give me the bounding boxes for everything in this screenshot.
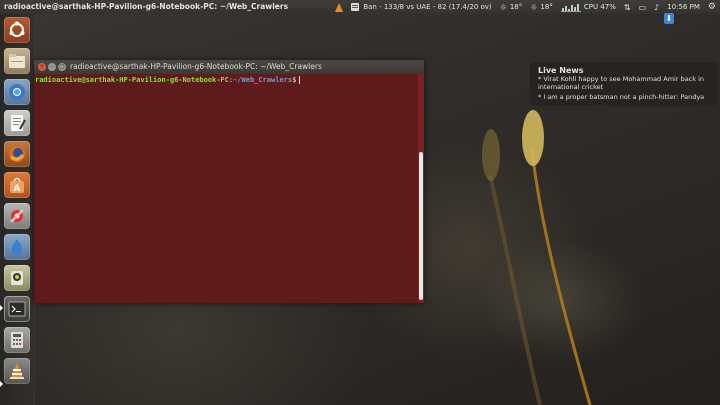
- text-editor-icon: [11, 115, 26, 131]
- running-app-pip: [0, 381, 3, 387]
- unity-launcher: A: [0, 14, 35, 405]
- files-icon: [9, 54, 25, 68]
- terminal-content[interactable]: radioactive@sarthak-HP-Pavilion-g6-Noteb…: [34, 74, 418, 303]
- terminal-icon: [8, 301, 26, 317]
- svg-text:A: A: [14, 184, 21, 194]
- news-item[interactable]: * Virat Kohli happy to see Mohammad Amir…: [538, 75, 714, 91]
- launcher-system-settings[interactable]: [4, 203, 30, 229]
- download-indicator-button[interactable]: ⬇: [664, 13, 674, 24]
- clock-indicator[interactable]: 10:56 PM: [663, 0, 704, 14]
- cricket-icon: [351, 3, 360, 11]
- weather-temp-2: 18°: [540, 3, 553, 11]
- text-cursor: [299, 76, 301, 84]
- vlc-tray-indicator[interactable]: [331, 0, 347, 14]
- active-window-title: radioactive@sarthak-HP-Pavilion-g6-Noteb…: [4, 2, 289, 11]
- clock-text: 10:56 PM: [667, 3, 700, 11]
- gear-icon: ⚙: [707, 2, 716, 12]
- weather-indicator-1[interactable]: ☼ 18°: [496, 0, 527, 14]
- water-drop-icon: [11, 239, 23, 255]
- active-app-pip: [0, 305, 3, 311]
- close-icon: ×: [39, 63, 45, 70]
- weather-icon: ☼: [499, 2, 507, 12]
- launcher-files[interactable]: [4, 48, 30, 74]
- weather-temp-1: 18°: [509, 3, 523, 11]
- launcher-software-center[interactable]: A: [4, 172, 30, 198]
- launcher-calculator[interactable]: [4, 327, 30, 353]
- session-menu[interactable]: ⚙: [704, 0, 720, 14]
- close-button[interactable]: ×: [38, 63, 46, 71]
- launcher-water-app[interactable]: [4, 234, 30, 260]
- shell-prompt: radioactive@sarthak-HP-Pavilion-g6-Noteb…: [35, 76, 301, 84]
- calculator-icon: [11, 332, 23, 348]
- software-center-icon: A: [10, 177, 24, 194]
- news-item[interactable]: * I am a proper batsman not a pinch-hitt…: [538, 93, 714, 101]
- live-news-widget: Live News * Virat Kohli happy to see Moh…: [530, 62, 717, 106]
- launcher-dash[interactable]: [4, 17, 30, 43]
- terminal-title-text: radioactive@sarthak-HP-Pavilion-g6-Noteb…: [70, 62, 322, 71]
- launcher-vlc[interactable]: [4, 358, 30, 384]
- battery-indicator[interactable]: ▭: [635, 0, 651, 14]
- system-monitor-indicator[interactable]: CPU 47%: [557, 0, 620, 14]
- weather-icon: ☼: [530, 2, 538, 12]
- volume-icon: ♪: [654, 2, 660, 12]
- battery-icon: ▭: [638, 2, 647, 12]
- launcher-chromium[interactable]: [4, 79, 30, 105]
- cpu-usage-text: CPU 47%: [583, 3, 616, 11]
- arrow-down-icon: ⬇: [665, 14, 673, 23]
- panel-indicators: Ban - 133/8 vs UAE - 82 (17.4/20 ov) ☼ 1…: [331, 0, 720, 14]
- settings-icon: [10, 209, 24, 223]
- launcher-text-editor[interactable]: [4, 110, 30, 136]
- firefox-icon: [9, 146, 25, 162]
- prompt-path: ~/Web_Crawlers: [233, 76, 293, 84]
- launcher-webcam[interactable]: [4, 265, 30, 291]
- cricket-score-text: Ban - 133/8 vs UAE - 82 (17.4/20 ov): [363, 3, 492, 11]
- chromium-icon: [9, 84, 25, 100]
- prompt-user-host: radioactive@sarthak-HP-Pavilion-g6-Noteb…: [35, 76, 229, 84]
- network-indicator[interactable]: ⇅: [620, 0, 635, 14]
- terminal-titlebar[interactable]: × – □ radioactive@sarthak-HP-Pavilion-g6…: [34, 60, 424, 74]
- launcher-terminal[interactable]: [4, 296, 30, 322]
- network-icon: ⇅: [623, 2, 631, 12]
- terminal-scrollbar[interactable]: [418, 74, 424, 303]
- weather-indicator-2[interactable]: ☼ 18°: [526, 0, 557, 14]
- minimize-icon: –: [50, 63, 54, 70]
- maximize-button[interactable]: □: [58, 63, 66, 71]
- cricket-score-indicator[interactable]: Ban - 133/8 vs UAE - 82 (17.4/20 ov): [347, 0, 495, 14]
- terminal-window[interactable]: × – □ radioactive@sarthak-HP-Pavilion-g6…: [34, 60, 424, 303]
- cpu-graph-icon: [560, 2, 581, 12]
- scrollbar-thumb[interactable]: [419, 152, 423, 300]
- news-heading: Live News: [538, 66, 584, 75]
- prompt-symbol: $: [292, 76, 297, 84]
- maximize-icon: □: [59, 63, 65, 70]
- webcam-icon: [11, 271, 23, 285]
- launcher-firefox[interactable]: [4, 141, 30, 167]
- vlc-icon: [335, 2, 344, 12]
- top-panel: radioactive@sarthak-HP-Pavilion-g6-Noteb…: [0, 0, 720, 14]
- ubuntu-dash-icon: [9, 21, 25, 37]
- volume-indicator[interactable]: ♪: [650, 0, 663, 14]
- minimize-button[interactable]: –: [48, 63, 56, 71]
- vlc-icon: [10, 363, 24, 379]
